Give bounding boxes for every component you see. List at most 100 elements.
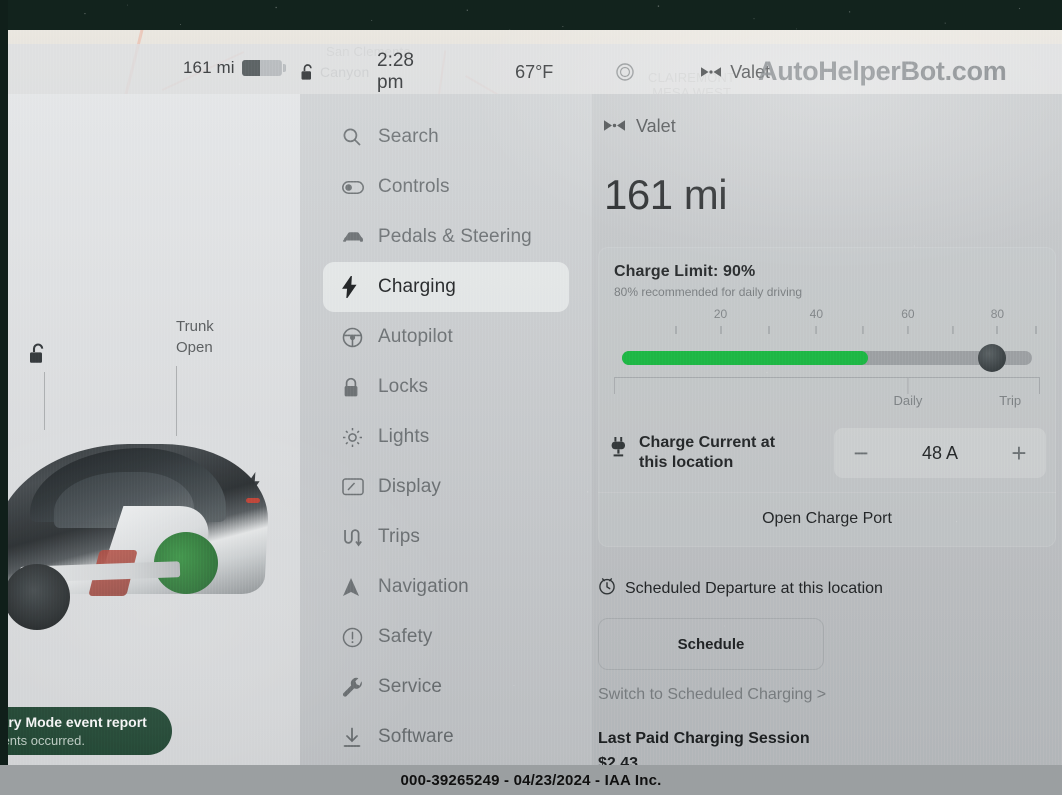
status-range-indicator[interactable]: 161 mi	[183, 58, 286, 78]
slider-tick-labels: 20 40 60 80	[614, 307, 1040, 322]
slider-zone-labels: Daily Trip	[614, 393, 1040, 411]
bolt-icon	[342, 276, 372, 298]
sidebar-item-controls[interactable]: Controls	[323, 162, 569, 212]
sidebar-item-safety[interactable]: Safety	[323, 612, 569, 662]
slider-tick-label: 60	[901, 307, 915, 321]
sidebar-item-autopilot[interactable]: Autopilot	[323, 312, 569, 362]
slider-zone-bracket	[614, 377, 1040, 394]
lock-icon	[342, 377, 372, 398]
last-paid-session-title: Last Paid Charging Session	[598, 730, 810, 747]
increase-current-button[interactable]: +	[1006, 440, 1032, 466]
trunk-status-label: Trunk Open	[176, 316, 214, 358]
sentry-mode-toast[interactable]: Sentry Mode event report 3 events occurr…	[8, 707, 172, 755]
status-clock[interactable]: 2:28 pm	[377, 50, 443, 94]
status-range-label: 161 mi	[183, 58, 235, 77]
unlocked-lock-icon	[28, 342, 50, 371]
slider-ticks	[614, 324, 1040, 336]
display-icon	[342, 478, 372, 496]
plug-icon	[610, 437, 627, 464]
auction-footer-bar: 000-39265249 - 04/23/2024 - IAA Inc.	[0, 765, 1062, 795]
valet-bowtie-icon	[604, 116, 625, 137]
unlocked-lock-icon[interactable]	[300, 63, 317, 82]
charge-limit-subtitle: 80% recommended for daily driving	[614, 285, 803, 299]
sidebar-item-label: Locks	[378, 376, 429, 397]
scheduled-departure-label: Scheduled Departure at this location	[625, 579, 883, 597]
sidebar-item-label: Navigation	[378, 576, 469, 597]
sentry-toast-title: Sentry Mode event report	[8, 714, 147, 730]
slider-fill	[622, 351, 868, 365]
auction-footer-text: 000-39265249 - 04/23/2024 - IAA Inc.	[400, 771, 662, 789]
car-wheel	[8, 564, 70, 630]
battery-range-display: 161 mi	[604, 171, 728, 218]
clock-icon	[598, 577, 616, 600]
charging-detail-pane: Valet 161 mi Charge Limit: 90% 80% recom…	[592, 94, 1062, 775]
sidebar-item-display[interactable]: Display	[323, 462, 569, 512]
charge-current-label: Charge Current at this location	[639, 433, 775, 473]
sun-icon	[342, 427, 372, 448]
detail-header: Valet	[592, 116, 1062, 137]
trunk-status-line1: Trunk	[176, 318, 214, 335]
sidebar-item-label: Lights	[378, 426, 430, 447]
sidebar-item-label: Search	[378, 126, 439, 147]
sidebar-item-label: Safety	[378, 626, 433, 647]
sidebar-item-label: Software	[378, 726, 454, 747]
slider-knob[interactable]	[977, 344, 1006, 372]
navigation-arrow-icon	[342, 577, 372, 598]
car-icon	[342, 231, 372, 244]
status-bar-center: 2:28 pm 67°F Valet	[300, 50, 770, 93]
valet-bowtie-icon	[701, 62, 722, 83]
slider-track[interactable]	[622, 351, 1032, 365]
sidebar-item-label: Display	[378, 476, 441, 497]
sidebar-item-service[interactable]: Service	[323, 662, 569, 712]
screen-photo: San Clemente Canyon CLAIREMONTMESA WEST …	[0, 0, 1062, 795]
sidebar-item-label: Trips	[378, 526, 421, 547]
sidebar-item-software[interactable]: Software	[323, 712, 569, 762]
sidebar-item-trips[interactable]: Trips	[323, 512, 569, 562]
car-taillight	[246, 498, 260, 503]
charge-current-section: Charge Current at this location − 48 A +	[598, 415, 1056, 492]
schedule-button[interactable]: Schedule	[598, 618, 824, 670]
slider-tick-label: 20	[713, 307, 728, 321]
slider-zone-label-trip: Trip	[999, 393, 1022, 408]
sidebar-item-label: Charging	[378, 276, 456, 297]
fan-icon[interactable]	[615, 62, 635, 82]
slider-tick-label: 40	[809, 307, 824, 321]
sidebar-item-label: Pedals & Steering	[378, 226, 532, 247]
charge-current-stepper[interactable]: − 48 A +	[834, 428, 1046, 478]
sidebar-item-label: Autopilot	[378, 326, 453, 347]
charge-current-label-group: Charge Current at this location	[610, 433, 775, 473]
sidebar-item-locks[interactable]: Locks	[323, 362, 569, 412]
decrease-current-button[interactable]: −	[848, 440, 874, 466]
vehicle-visualization-panel[interactable]: Trunk Open Sentry Mode	[8, 94, 300, 775]
charging-card: Charge Limit: 90% 80% recommended for da…	[598, 247, 1056, 547]
route-icon	[342, 527, 372, 548]
sidebar-item-label: Controls	[378, 176, 450, 197]
dashboard-bezel-left	[0, 0, 8, 795]
autohelperbot-watermark: AutoHelperBot.com	[758, 56, 1007, 86]
sidebar-item-pedals-steering[interactable]: Pedals & Steering	[323, 212, 569, 262]
sidebar-item-charging[interactable]: Charging	[323, 262, 569, 312]
sidebar-item-navigation[interactable]: Navigation	[323, 562, 569, 612]
switch-to-scheduled-charging-link[interactable]: Switch to Scheduled Charging >	[598, 686, 1062, 704]
detail-header-label: Valet	[636, 116, 676, 136]
sidebar-item-search[interactable]: Search	[323, 112, 569, 162]
steering-wheel-icon	[342, 327, 372, 348]
charge-limit-slider[interactable]: 20 40 60 80 Daily Trip	[614, 307, 1040, 415]
slider-tick-label: 80	[990, 307, 1005, 321]
battery-icon	[241, 60, 286, 76]
charge-current-label-line2: this location	[639, 454, 734, 471]
charge-limit-title: Charge Limit: 90%	[614, 263, 756, 280]
car-illustration[interactable]	[8, 414, 296, 644]
sidebar-item-lights[interactable]: Lights	[323, 412, 569, 462]
sentry-toast-subtitle: 3 events occurred.	[8, 733, 85, 748]
open-charge-port-button[interactable]: Open Charge Port	[598, 492, 1056, 547]
charge-current-label-line1: Charge Current at	[639, 434, 776, 451]
charge-limit-section: Charge Limit: 90% 80% recommended for da…	[598, 247, 1056, 415]
download-icon	[342, 727, 372, 748]
sidebar-item-label: Service	[378, 676, 443, 697]
status-temperature[interactable]: 67°F	[515, 62, 553, 83]
trunk-status-line2: Open	[176, 339, 213, 356]
charge-current-value: 48 A	[921, 442, 959, 463]
dashboard-bezel-top	[0, 0, 1062, 34]
scheduled-departure-header: Scheduled Departure at this location	[598, 577, 1062, 600]
